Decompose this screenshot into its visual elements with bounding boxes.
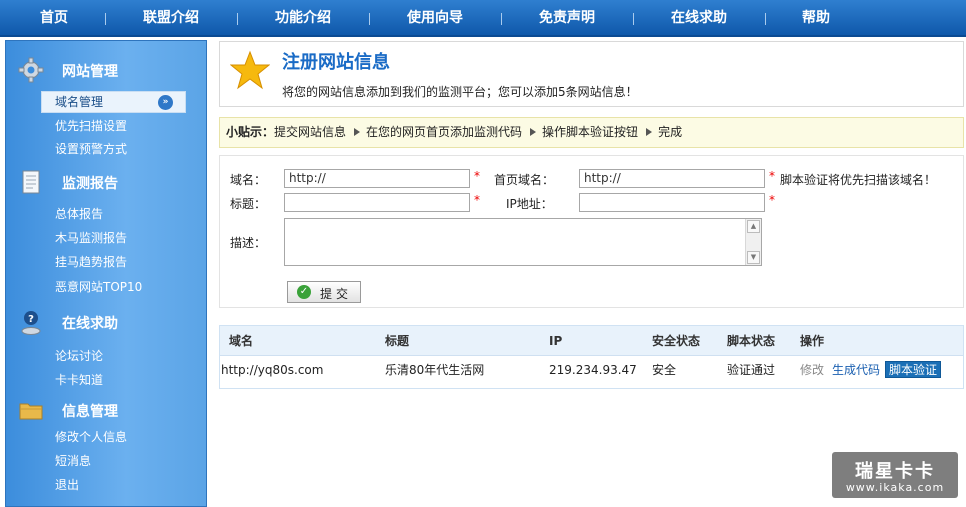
nav-home[interactable]: 首页	[40, 0, 68, 37]
watermark-url: www.ikaka.com	[845, 481, 945, 494]
sidebar-item-priority-scan[interactable]: 优先扫描设置	[55, 118, 127, 134]
script-verify-button[interactable]: 脚本验证	[885, 361, 942, 378]
title-input[interactable]	[284, 193, 470, 212]
arrow-right-icon	[646, 128, 653, 136]
watermark-brand: 瑞星卡卡	[855, 461, 935, 482]
col-actions: 操作	[800, 334, 825, 348]
submit-button[interactable]: ✓ 提交	[287, 281, 361, 303]
sidebar-section-online-help: ? 在线求助	[6, 309, 206, 335]
tips-step: 操作脚本验证按钮	[542, 125, 639, 139]
nav-separator	[501, 13, 502, 25]
submit-label: 提交	[320, 287, 353, 301]
col-domain: 域名	[229, 334, 254, 348]
cell-ip: 219.234.93.47	[549, 363, 637, 377]
sidebar-section-title: 信息管理	[62, 404, 118, 420]
sidebar-item-label: 域名管理	[55, 95, 104, 109]
nav-disclaimer[interactable]: 免责声明	[539, 0, 595, 37]
scroll-down-icon[interactable]: ▼	[747, 251, 760, 264]
folder-icon	[19, 403, 43, 420]
sidebar-item-malicious-top10[interactable]: 恶意网站TOP10	[55, 279, 142, 295]
nav-alliance[interactable]: 联盟介绍	[143, 0, 199, 37]
description-textarea[interactable]: ▲ ▼	[284, 218, 762, 266]
sidebar-item-trend-report[interactable]: 挂马趋势报告	[55, 254, 127, 270]
home-domain-input[interactable]: http://	[579, 169, 765, 188]
watermark: 瑞星卡卡 www.ikaka.com	[832, 452, 958, 498]
sidebar: 网站管理 域名管理 » 优先扫描设置 设置预警方式 监测报告 总体报告 木马监测…	[5, 40, 207, 507]
check-icon: ✓	[297, 285, 311, 299]
top-nav: 首页 联盟介绍 功能介绍 使用向导 免责声明 在线求助 帮助	[0, 0, 966, 37]
sidebar-section-title: 监测报告	[62, 176, 118, 192]
domain-input[interactable]: http://	[284, 169, 470, 188]
sidebar-section-site-management: 网站管理	[6, 57, 206, 83]
nav-features[interactable]: 功能介绍	[275, 0, 331, 37]
scroll-up-icon[interactable]: ▲	[747, 220, 760, 233]
cell-security: 安全	[652, 363, 677, 377]
page-title: 注册网站信息	[282, 52, 390, 73]
arrow-right-icon	[354, 128, 361, 136]
tips-step: 在您的网页首页添加监测代码	[366, 125, 523, 139]
generate-code-link[interactable]: 生成代码	[832, 362, 880, 378]
required-mark: *	[769, 169, 775, 183]
sidebar-item-alert-settings[interactable]: 设置预警方式	[55, 141, 127, 157]
domain-label: 域名：	[230, 173, 267, 187]
tips-step: 提交网站信息	[274, 125, 347, 139]
nav-online-help[interactable]: 在线求助	[671, 0, 727, 37]
sidebar-item-messages[interactable]: 短消息	[55, 453, 91, 469]
site-form: 域名： http:// * 首页域名： http:// * 脚本验证将优先扫描该…	[219, 155, 964, 308]
nav-guide[interactable]: 使用向导	[407, 0, 463, 37]
double-arrow-right-icon: »	[158, 95, 173, 110]
sidebar-section-reports: 监测报告	[6, 169, 206, 195]
required-mark: *	[474, 169, 480, 183]
col-script-status: 脚本状态	[727, 334, 776, 348]
ip-label: IP地址：	[506, 197, 553, 211]
sidebar-section-title: 在线求助	[62, 316, 118, 332]
nav-help[interactable]: 帮助	[802, 0, 830, 37]
col-security: 安全状态	[652, 334, 701, 348]
header-panel: 注册网站信息 将您的网站信息添加到我们的监测平台；您可以添加5条网站信息！	[219, 41, 964, 107]
home-domain-note: 脚本验证将优先扫描该域名！	[780, 173, 937, 187]
title-label: 标题：	[230, 197, 267, 211]
description-label: 描述：	[230, 236, 267, 250]
required-mark: *	[769, 193, 775, 207]
sidebar-item-domain-management[interactable]: 域名管理 »	[41, 91, 186, 113]
svg-text:?: ?	[28, 314, 34, 325]
sidebar-item-overall-report[interactable]: 总体报告	[55, 206, 103, 222]
nav-separator	[369, 13, 370, 25]
sidebar-section-title: 网站管理	[62, 64, 118, 80]
cell-title: 乐清80年代生活网	[385, 363, 485, 377]
nav-separator	[105, 13, 106, 25]
required-mark: *	[474, 193, 480, 207]
textarea-scrollbar[interactable]: ▲ ▼	[745, 219, 761, 265]
cell-script-status: 验证通过	[727, 363, 776, 377]
sidebar-section-info-management: 信息管理	[6, 397, 206, 423]
sidebar-item-trojan-report[interactable]: 木马监测报告	[55, 230, 127, 246]
site-table: 域名 标题 IP 安全状态 脚本状态 操作 http://yq80s.com 乐…	[219, 325, 964, 389]
col-ip: IP	[549, 334, 563, 348]
sidebar-item-kaka-knows[interactable]: 卡卡知道	[55, 372, 103, 388]
edit-link[interactable]: 修改	[800, 362, 824, 378]
page-subtitle: 将您的网站信息添加到我们的监测平台；您可以添加5条网站信息！	[282, 85, 638, 99]
gear-icon	[18, 57, 44, 83]
home-domain-label: 首页域名：	[494, 173, 555, 187]
tips-bar: 小贴示：提交网站信息 在您的网页首页添加监测代码 操作脚本验证按钮 完成	[219, 117, 964, 148]
help-person-icon: ?	[21, 311, 41, 335]
table-header: 域名 标题 IP 安全状态 脚本状态 操作	[220, 326, 963, 356]
ip-input[interactable]	[579, 193, 765, 212]
tips-label: 小贴示：	[226, 125, 275, 139]
nav-separator	[237, 13, 238, 25]
col-title: 标题	[385, 334, 410, 348]
sidebar-item-edit-profile[interactable]: 修改个人信息	[55, 429, 127, 445]
sidebar-item-logout[interactable]: 退出	[55, 477, 79, 493]
arrow-right-icon	[530, 128, 537, 136]
cell-domain: http://yq80s.com	[221, 363, 324, 377]
star-icon	[230, 50, 270, 90]
sidebar-item-forum[interactable]: 论坛讨论	[55, 348, 103, 364]
nav-separator	[633, 13, 634, 25]
report-icon	[22, 170, 40, 194]
tips-step: 完成	[658, 125, 683, 139]
nav-separator	[765, 13, 766, 25]
